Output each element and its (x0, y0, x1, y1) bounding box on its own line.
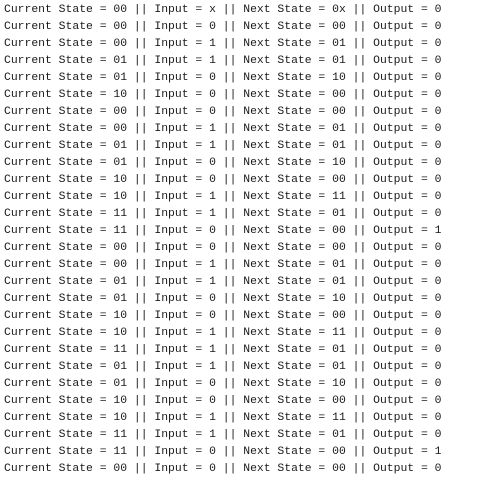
console-line: Current State = 00 || Input = 0 || Next … (4, 242, 442, 254)
console-line: Current State = 10 || Input = 0 || Next … (4, 174, 442, 186)
console-line: Current State = 10 || Input = 1 || Next … (4, 191, 442, 203)
console-line: Current State = 00 || Input = 1 || Next … (4, 38, 442, 50)
console-line: Current State = 01 || Input = 0 || Next … (4, 157, 442, 169)
console-line: Current State = 01 || Input = 0 || Next … (4, 72, 442, 84)
console-line: Current State = 00 || Input = 0 || Next … (4, 106, 442, 118)
console-line: Current State = 01 || Input = 1 || Next … (4, 55, 442, 67)
console-line: Current State = 00 || Input = x || Next … (4, 4, 442, 16)
console-line: Current State = 10 || Input = 0 || Next … (4, 89, 442, 101)
console-line: Current State = 01 || Input = 0 || Next … (4, 293, 442, 305)
console-line: Current State = 10 || Input = 0 || Next … (4, 395, 442, 407)
console-line: Current State = 11 || Input = 0 || Next … (4, 225, 442, 237)
console-line: Current State = 00 || Input = 1 || Next … (4, 123, 442, 135)
console-line: Current State = 00 || Input = 0 || Next … (4, 463, 442, 475)
console-line: Current State = 00 || Input = 0 || Next … (4, 21, 442, 33)
console-line: Current State = 11 || Input = 1 || Next … (4, 344, 442, 356)
console-line: Current State = 01 || Input = 1 || Next … (4, 140, 442, 152)
console-line: Current State = 11 || Input = 0 || Next … (4, 446, 442, 458)
console-line: Current State = 11 || Input = 1 || Next … (4, 429, 442, 441)
console-line: Current State = 10 || Input = 0 || Next … (4, 310, 442, 322)
console-line: Current State = 11 || Input = 1 || Next … (4, 208, 442, 220)
console-line: Current State = 01 || Input = 1 || Next … (4, 276, 442, 288)
console-output: Current State = 00 || Input = x || Next … (4, 2, 475, 478)
console-line: Current State = 00 || Input = 1 || Next … (4, 259, 442, 271)
console-line: Current State = 10 || Input = 1 || Next … (4, 412, 442, 424)
console-line: Current State = 01 || Input = 1 || Next … (4, 361, 442, 373)
console-line: Current State = 01 || Input = 0 || Next … (4, 378, 442, 390)
console-line: Current State = 10 || Input = 1 || Next … (4, 327, 442, 339)
